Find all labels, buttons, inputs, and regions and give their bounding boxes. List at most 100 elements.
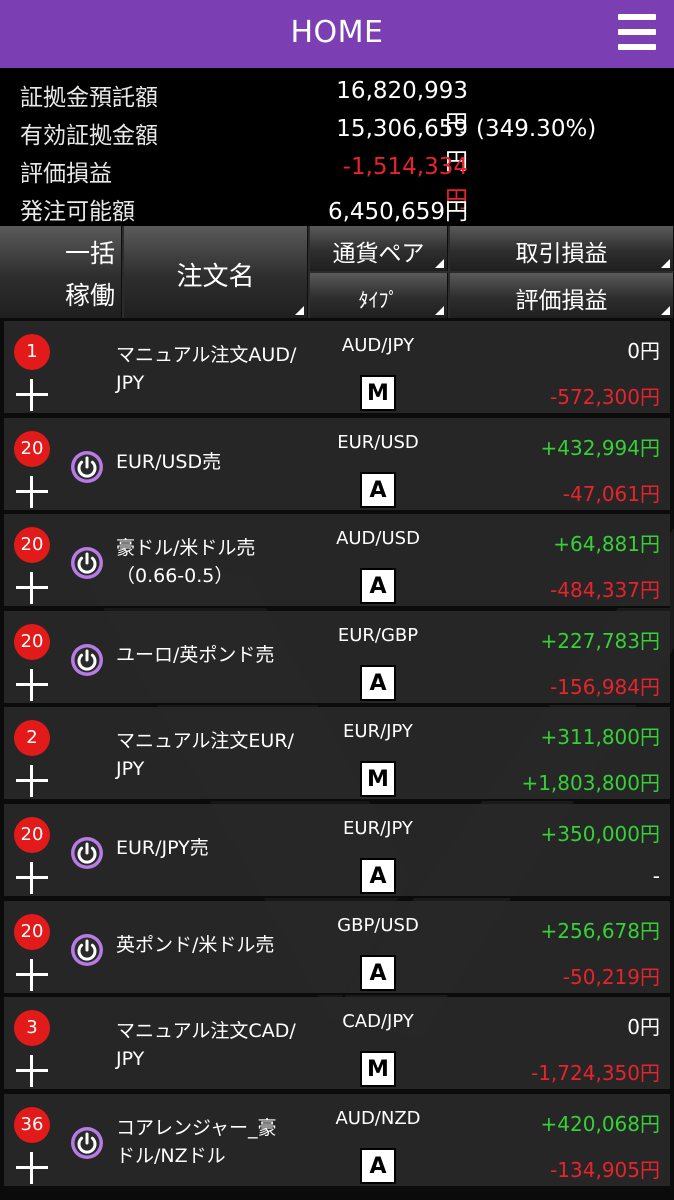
position-count-badge: 20 (14, 913, 50, 950)
order-name-header-label: 注文名 (176, 262, 255, 292)
currency-pair-header-label: 通貨ペア (332, 241, 425, 267)
plus-icon[interactable] (16, 862, 48, 894)
order-name: EUR/USD売 (116, 448, 316, 476)
summary-label: 証拠金預託額 (20, 85, 158, 111)
order-type-badge: M (360, 1051, 396, 1088)
plus-icon[interactable] (16, 765, 48, 798)
trade-pnl-value: +420,068円 (540, 1111, 660, 1136)
order-name: ユーロ/英ポンド売 (116, 641, 316, 669)
trade-pnl-value: +350,000円 (540, 822, 660, 846)
eval-pnl-value: -134,905円 (550, 1157, 660, 1182)
margin-ratio: (349.30%) (476, 116, 597, 142)
page-title: HOME (290, 15, 384, 50)
order-name-line: JPY (116, 372, 145, 394)
sort-currency-pair-header[interactable]: 通貨ペア (310, 226, 448, 271)
account-summary: 証拠金預託額 16,820,993円 有効証拠金額 15,306,659円 (3… (0, 68, 674, 226)
position-count-badge: 1 (14, 334, 50, 370)
eval-pnl-value: -484,337円 (550, 578, 660, 603)
hamburger-menu-icon[interactable] (618, 14, 656, 50)
summary-row-unrealized-pnl: 評価損益 -1,514,334円 (0, 148, 674, 213)
column-header-bar: 一括 稼働 注文名 通貨ペア ﾀｲﾌﾟ 取引損益 評価損益 (0, 226, 674, 318)
power-icon[interactable] (70, 1126, 104, 1160)
order-type-badge: A (360, 954, 396, 991)
order-type-badge: M (360, 761, 396, 798)
bulk-header-line1: 一括 (64, 239, 115, 268)
order-row[interactable]: 2 マニュアル注文EUR/JPY EUR/JPY M +311,800円 +1,803,8… (4, 707, 670, 802)
position-count-badge: 20 (14, 430, 50, 467)
order-row[interactable]: 36 コアレンジャー_豪 ドル/NZドル AUD/NZD A +420,068円 -134,… (4, 1093, 670, 1188)
order-type-badge: M (360, 375, 396, 411)
order-type-badge: A (360, 568, 396, 605)
currency-pair: AUD/JPY (341, 335, 415, 356)
order-name: マニュアル注文AUD/JPY (116, 341, 316, 397)
summary-label: 有効証拠金額 (20, 123, 158, 149)
eval-pnl-value: +1,803,800円 (521, 771, 660, 796)
type-header-label: ﾀｲﾌﾟ (358, 288, 399, 312)
order-name-line: マニュアル注文EUR/ (116, 730, 294, 753)
order-type-badge: A (360, 664, 396, 701)
order-name-line: ユーロ/英ポンド売 (116, 643, 275, 666)
order-type-badge: A (360, 471, 396, 508)
power-icon[interactable] (70, 450, 104, 484)
bulk-activate-header[interactable]: 一括 稼働 (0, 226, 122, 318)
order-name-line: マニュアル注文AUD/ (116, 344, 297, 366)
order-name-line: マニュアル注文CAD/ (116, 1020, 296, 1043)
order-name: マニュアル注文CAD/JPY (116, 1017, 316, 1073)
position-count-badge: 3 (14, 1010, 50, 1047)
order-name-line: コアレンジャー_豪 (116, 1116, 277, 1139)
order-row[interactable]: 3 マニュアル注文CAD/JPY CAD/JPY M 0円 -1,724,350円 (4, 997, 670, 1092)
eval-pnl-value: -50,219円 (562, 964, 660, 989)
plus-icon[interactable] (16, 1151, 48, 1184)
power-icon[interactable] (70, 836, 104, 870)
sort-type-header[interactable]: ﾀｲﾌﾟ (310, 273, 448, 318)
app-header: HOME (0, 0, 674, 68)
currency-pair: AUD/USD (336, 528, 420, 550)
plus-icon[interactable] (16, 1055, 48, 1088)
order-name: EUR/JPY売 (116, 834, 316, 862)
order-row[interactable]: 20 EUR/JPY売 EUR/JPY A +350,000円 - (4, 804, 670, 898)
bulk-header-line2: 稼働 (64, 281, 115, 310)
sort-order-name-header[interactable]: 注文名 (124, 226, 308, 318)
order-row[interactable]: 20 豪ドル/米ドル売 （0.66-0.5） AUD/USD A +64,881円 -484… (4, 514, 670, 609)
order-row[interactable]: 1 マニュアル注文AUD/JPY AUD/JPY M 0円 -572,300円 (4, 321, 670, 415)
power-icon[interactable] (70, 933, 104, 967)
plus-icon[interactable] (16, 475, 48, 508)
eval-pnl-value: -1,724,350円 (530, 1061, 660, 1086)
trade-pnl-value: +64,881円 (553, 532, 660, 557)
summary-value: 6,450,659円 (327, 199, 468, 225)
sort-triangle-icon (435, 306, 444, 315)
trade-pnl-value: 0円 (627, 339, 660, 363)
order-row[interactable]: 20 ユーロ/英ポンド売 EUR/GBP A +227,783円 -156,984円 (4, 610, 670, 705)
plus-icon[interactable] (16, 958, 48, 991)
order-name-line: 英ポンド/米ドル売 (116, 933, 275, 956)
power-icon[interactable] (70, 643, 104, 677)
order-name: マニュアル注文EUR/JPY (116, 727, 316, 783)
order-list[interactable]: 1 マニュアル注文AUD/JPY AUD/JPY M 0円 -572,300円 20 EUR/… (0, 318, 674, 1200)
order-name: コアレンジャー_豪 ドル/NZドル (116, 1114, 316, 1170)
trade-pnl-header-label: 取引損益 (515, 241, 608, 267)
order-name: 豪ドル/米ドル売 （0.66-0.5） (116, 534, 316, 590)
order-name-line: JPY (116, 1048, 145, 1071)
plus-icon[interactable] (16, 668, 48, 701)
sort-triangle-icon (295, 306, 304, 315)
summary-label: 評価損益 (20, 161, 112, 187)
currency-pair: AUD/NZD (335, 1107, 421, 1129)
sort-triangle-icon (661, 306, 670, 315)
order-name-line: JPY (116, 758, 145, 781)
sort-trade-pnl-header[interactable]: 取引損益 (450, 226, 674, 271)
sort-eval-pnl-header[interactable]: 評価損益 (450, 273, 674, 318)
eval-pnl-value: - (652, 864, 660, 888)
position-count-badge: 36 (14, 1106, 50, 1143)
order-name-line: （0.66-0.5） (116, 565, 234, 588)
power-icon[interactable] (70, 546, 104, 580)
trade-pnl-value: 0円 (627, 1015, 660, 1040)
order-row[interactable]: 20 EUR/USD売 EUR/USD A +432,994円 -47,061円 (4, 417, 670, 512)
order-row[interactable]: 20 英ポンド/米ドル売 GBP/USD A +256,678円 -50,219円 (4, 900, 670, 995)
plus-icon[interactable] (16, 572, 48, 605)
order-type-badge: A (360, 858, 396, 894)
currency-pair: EUR/USD (337, 431, 419, 453)
trade-pnl-value: +432,994円 (540, 435, 660, 460)
plus-icon[interactable] (16, 379, 48, 411)
order-name-line: EUR/JPY売 (116, 837, 209, 859)
trade-pnl-value: +227,783円 (540, 628, 660, 653)
